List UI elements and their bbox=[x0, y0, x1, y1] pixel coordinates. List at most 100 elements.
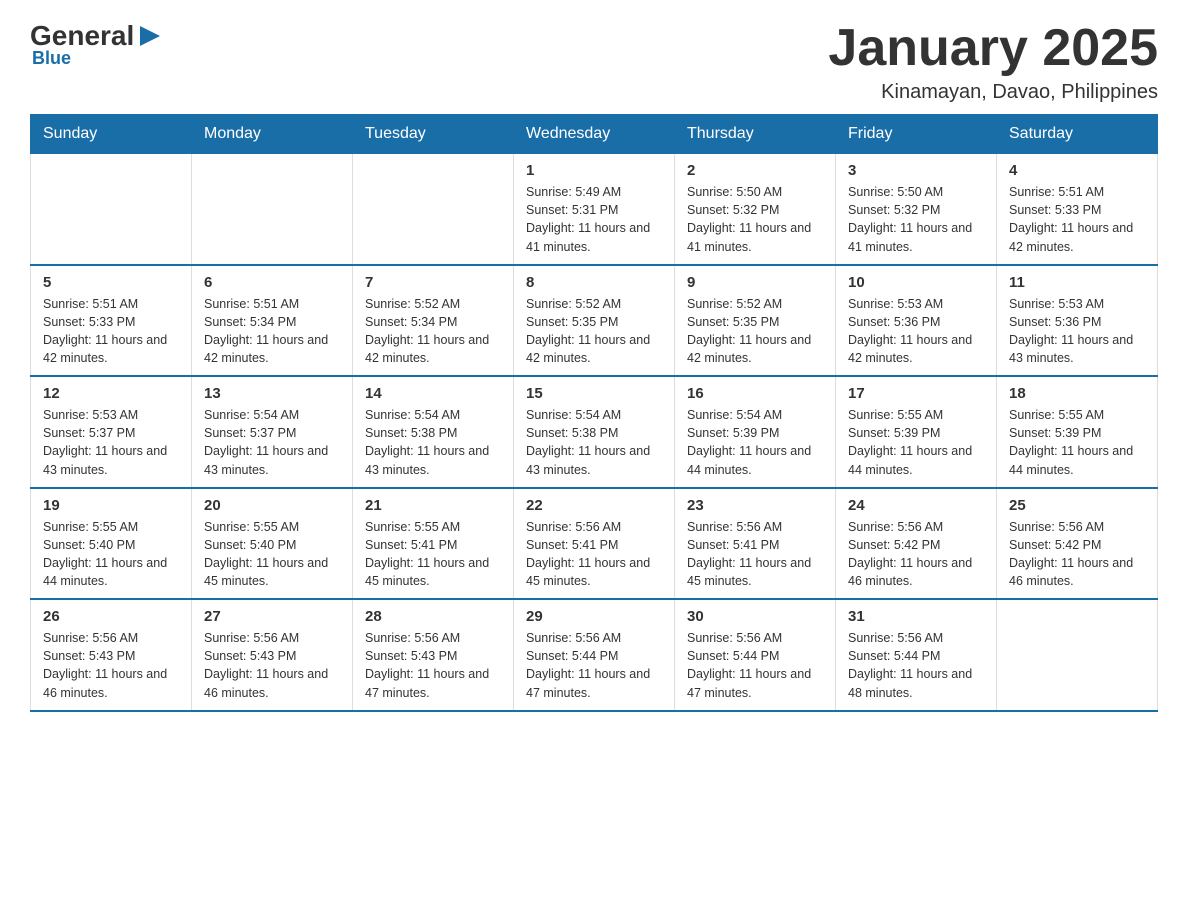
calendar-cell: 22 Sunrise: 5:56 AM Sunset: 5:41 PM Dayli… bbox=[514, 488, 675, 600]
day-of-week-header: Sunday bbox=[31, 115, 192, 154]
calendar-cell: 24 Sunrise: 5:56 AM Sunset: 5:42 PM Dayli… bbox=[836, 488, 997, 600]
day-info: Sunrise: 5:55 AM Sunset: 5:40 PM Dayligh… bbox=[204, 518, 340, 591]
calendar-cell bbox=[192, 154, 353, 265]
calendar-week-row: 1 Sunrise: 5:49 AM Sunset: 5:31 PM Daylig… bbox=[31, 154, 1158, 265]
day-number: 3 bbox=[848, 162, 984, 179]
day-info: Sunrise: 5:55 AM Sunset: 5:39 PM Dayligh… bbox=[848, 406, 984, 479]
day-number: 27 bbox=[204, 608, 340, 625]
day-info: Sunrise: 5:52 AM Sunset: 5:34 PM Dayligh… bbox=[365, 295, 501, 368]
day-number: 2 bbox=[687, 162, 823, 179]
calendar-cell: 1 Sunrise: 5:49 AM Sunset: 5:31 PM Daylig… bbox=[514, 154, 675, 265]
day-number: 24 bbox=[848, 497, 984, 514]
day-number: 28 bbox=[365, 608, 501, 625]
title-section: January 2025 Kinamayan, Davao, Philippin… bbox=[828, 20, 1158, 104]
calendar-cell: 18 Sunrise: 5:55 AM Sunset: 5:39 PM Dayli… bbox=[997, 376, 1158, 488]
day-number: 10 bbox=[848, 274, 984, 291]
calendar-cell: 15 Sunrise: 5:54 AM Sunset: 5:38 PM Dayli… bbox=[514, 376, 675, 488]
calendar-cell: 3 Sunrise: 5:50 AM Sunset: 5:32 PM Daylig… bbox=[836, 154, 997, 265]
calendar-cell: 25Sunrise: 5:56 AM Sunset: 5:42 PM Dayli… bbox=[997, 488, 1158, 600]
calendar-cell: 31 Sunrise: 5:56 AM Sunset: 5:44 PM Dayli… bbox=[836, 599, 997, 711]
day-info: Sunrise: 5:49 AM Sunset: 5:31 PM Dayligh… bbox=[526, 183, 662, 256]
calendar-cell: 14 Sunrise: 5:54 AM Sunset: 5:38 PM Dayli… bbox=[353, 376, 514, 488]
day-info: Sunrise: 5:56 AM Sunset: 5:44 PM Dayligh… bbox=[526, 629, 662, 702]
day-number: 23 bbox=[687, 497, 823, 514]
day-number: 15 bbox=[526, 385, 662, 402]
day-info: Sunrise: 5:51 AM Sunset: 5:33 PM Dayligh… bbox=[43, 295, 179, 368]
calendar-cell: 26 Sunrise: 5:56 AM Sunset: 5:43 PM Dayli… bbox=[31, 599, 192, 711]
location: Kinamayan, Davao, Philippines bbox=[828, 81, 1158, 104]
day-info: Sunrise: 5:56 AM Sunset: 5:44 PM Dayligh… bbox=[848, 629, 984, 702]
calendar-cell: 19 Sunrise: 5:55 AM Sunset: 5:40 PM Dayli… bbox=[31, 488, 192, 600]
day-info: Sunrise: 5:56 AM Sunset: 5:42 PM Dayligh… bbox=[1009, 518, 1145, 591]
calendar-cell: 5 Sunrise: 5:51 AM Sunset: 5:33 PM Daylig… bbox=[31, 265, 192, 377]
calendar-week-row: 19 Sunrise: 5:55 AM Sunset: 5:40 PM Dayli… bbox=[31, 488, 1158, 600]
day-info: Sunrise: 5:53 AM Sunset: 5:36 PM Dayligh… bbox=[1009, 295, 1145, 368]
logo-blue: Blue bbox=[32, 48, 71, 69]
day-number: 4 bbox=[1009, 162, 1145, 179]
calendar-cell: 7 Sunrise: 5:52 AM Sunset: 5:34 PM Daylig… bbox=[353, 265, 514, 377]
calendar-cell: 2 Sunrise: 5:50 AM Sunset: 5:32 PM Daylig… bbox=[675, 154, 836, 265]
calendar-cell: 27 Sunrise: 5:56 AM Sunset: 5:43 PM Dayli… bbox=[192, 599, 353, 711]
day-number: 13 bbox=[204, 385, 340, 402]
day-of-week-header: Wednesday bbox=[514, 115, 675, 154]
day-info: Sunrise: 5:55 AM Sunset: 5:40 PM Dayligh… bbox=[43, 518, 179, 591]
day-number: 1 bbox=[526, 162, 662, 179]
day-info: Sunrise: 5:54 AM Sunset: 5:38 PM Dayligh… bbox=[365, 406, 501, 479]
day-number: 6 bbox=[204, 274, 340, 291]
day-number: 30 bbox=[687, 608, 823, 625]
day-number: 9 bbox=[687, 274, 823, 291]
month-title: January 2025 bbox=[828, 20, 1158, 77]
calendar-cell: 20Sunrise: 5:55 AM Sunset: 5:40 PM Dayli… bbox=[192, 488, 353, 600]
calendar-cell: 13 Sunrise: 5:54 AM Sunset: 5:37 PM Dayli… bbox=[192, 376, 353, 488]
day-number: 5 bbox=[43, 274, 179, 291]
day-number: 19 bbox=[43, 497, 179, 514]
day-number: 22 bbox=[526, 497, 662, 514]
day-number: 7 bbox=[365, 274, 501, 291]
day-info: Sunrise: 5:56 AM Sunset: 5:41 PM Dayligh… bbox=[526, 518, 662, 591]
calendar-cell: 10Sunrise: 5:53 AM Sunset: 5:36 PM Dayli… bbox=[836, 265, 997, 377]
logo: General Blue bbox=[30, 20, 164, 69]
calendar-cell: 17 Sunrise: 5:55 AM Sunset: 5:39 PM Dayli… bbox=[836, 376, 997, 488]
day-info: Sunrise: 5:52 AM Sunset: 5:35 PM Dayligh… bbox=[526, 295, 662, 368]
day-number: 29 bbox=[526, 608, 662, 625]
day-info: Sunrise: 5:53 AM Sunset: 5:37 PM Dayligh… bbox=[43, 406, 179, 479]
calendar-cell bbox=[31, 154, 192, 265]
day-number: 31 bbox=[848, 608, 984, 625]
day-of-week-header: Tuesday bbox=[353, 115, 514, 154]
calendar-table: SundayMondayTuesdayWednesdayThursdayFrid… bbox=[30, 114, 1158, 712]
day-info: Sunrise: 5:56 AM Sunset: 5:42 PM Dayligh… bbox=[848, 518, 984, 591]
calendar-cell: 30Sunrise: 5:56 AM Sunset: 5:44 PM Dayli… bbox=[675, 599, 836, 711]
calendar-cell: 11 Sunrise: 5:53 AM Sunset: 5:36 PM Dayli… bbox=[997, 265, 1158, 377]
day-number: 26 bbox=[43, 608, 179, 625]
day-info: Sunrise: 5:55 AM Sunset: 5:39 PM Dayligh… bbox=[1009, 406, 1145, 479]
calendar-week-row: 5 Sunrise: 5:51 AM Sunset: 5:33 PM Daylig… bbox=[31, 265, 1158, 377]
calendar-cell: 21Sunrise: 5:55 AM Sunset: 5:41 PM Dayli… bbox=[353, 488, 514, 600]
day-number: 8 bbox=[526, 274, 662, 291]
calendar-cell: 29 Sunrise: 5:56 AM Sunset: 5:44 PM Dayli… bbox=[514, 599, 675, 711]
calendar-cell: 23Sunrise: 5:56 AM Sunset: 5:41 PM Dayli… bbox=[675, 488, 836, 600]
day-info: Sunrise: 5:55 AM Sunset: 5:41 PM Dayligh… bbox=[365, 518, 501, 591]
calendar-header-row: SundayMondayTuesdayWednesdayThursdayFrid… bbox=[31, 115, 1158, 154]
day-info: Sunrise: 5:51 AM Sunset: 5:33 PM Dayligh… bbox=[1009, 183, 1145, 256]
day-number: 14 bbox=[365, 385, 501, 402]
day-number: 12 bbox=[43, 385, 179, 402]
calendar-cell: 28Sunrise: 5:56 AM Sunset: 5:43 PM Dayli… bbox=[353, 599, 514, 711]
day-number: 11 bbox=[1009, 274, 1145, 291]
calendar-cell: 8 Sunrise: 5:52 AM Sunset: 5:35 PM Daylig… bbox=[514, 265, 675, 377]
day-info: Sunrise: 5:54 AM Sunset: 5:38 PM Dayligh… bbox=[526, 406, 662, 479]
day-info: Sunrise: 5:50 AM Sunset: 5:32 PM Dayligh… bbox=[848, 183, 984, 256]
day-info: Sunrise: 5:54 AM Sunset: 5:37 PM Dayligh… bbox=[204, 406, 340, 479]
day-number: 18 bbox=[1009, 385, 1145, 402]
logo-icon bbox=[136, 22, 164, 50]
day-info: Sunrise: 5:52 AM Sunset: 5:35 PM Dayligh… bbox=[687, 295, 823, 368]
calendar-cell: 16Sunrise: 5:54 AM Sunset: 5:39 PM Dayli… bbox=[675, 376, 836, 488]
page-header: General Blue January 2025 Kinamayan, Dav… bbox=[30, 20, 1158, 104]
day-info: Sunrise: 5:51 AM Sunset: 5:34 PM Dayligh… bbox=[204, 295, 340, 368]
day-number: 17 bbox=[848, 385, 984, 402]
day-info: Sunrise: 5:50 AM Sunset: 5:32 PM Dayligh… bbox=[687, 183, 823, 256]
calendar-cell: 6 Sunrise: 5:51 AM Sunset: 5:34 PM Daylig… bbox=[192, 265, 353, 377]
day-of-week-header: Monday bbox=[192, 115, 353, 154]
day-info: Sunrise: 5:56 AM Sunset: 5:43 PM Dayligh… bbox=[204, 629, 340, 702]
calendar-cell: 9 Sunrise: 5:52 AM Sunset: 5:35 PM Daylig… bbox=[675, 265, 836, 377]
day-info: Sunrise: 5:56 AM Sunset: 5:43 PM Dayligh… bbox=[43, 629, 179, 702]
